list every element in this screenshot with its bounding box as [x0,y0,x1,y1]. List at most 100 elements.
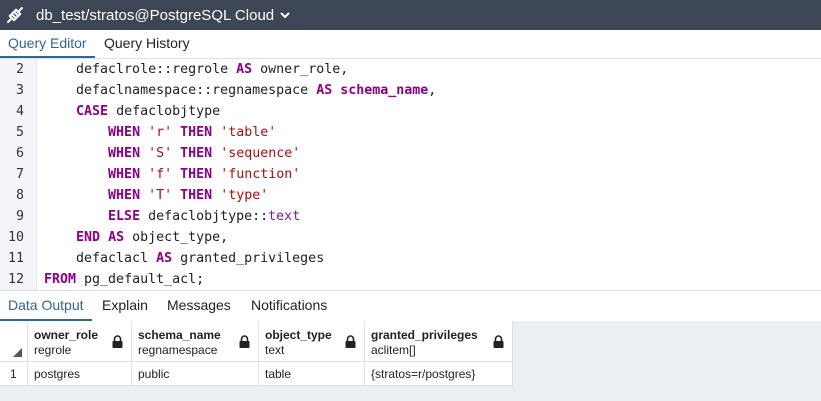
sql-type: text [268,209,301,224]
table-cell[interactable]: {stratos=r/postgres} [365,362,513,386]
sql-text: defaclobjtype:: [140,209,269,224]
code-line[interactable]: CASE defaclobjtype [44,101,220,122]
tab-data-output[interactable]: Data Output [0,291,92,321]
sql-keyword: WHEN [108,125,141,140]
code-line[interactable]: WHEN 'S' THEN 'sequence' [44,143,300,164]
connection-title[interactable]: db_test/stratos@PostgreSQL Cloud [36,7,274,24]
column-header-object-type[interactable]: object_type text [259,321,365,362]
tab-messages[interactable]: Messages [167,291,231,319]
sql-string: 'function' [220,167,301,182]
sql-text: defaclnamespace::regnamespace [44,83,317,98]
result-grid: owner_role regrole schema_name regnamesp… [0,321,821,401]
sql-keyword: AS [108,230,125,245]
sql-string: 'T' [148,188,173,203]
sql-keyword: AS [156,251,173,266]
code-line[interactable]: ELSE defaclobjtype::text [44,206,300,227]
column-header-granted-privileges[interactable]: granted_privileges aclitem[] [365,321,513,362]
sql-string: 'table' [220,125,277,140]
column-header-schema-name[interactable]: schema_name regnamespace [132,321,259,362]
sql-keyword: schema_name [340,83,429,98]
column-type: aclitem[] [371,343,416,357]
sql-keyword: WHEN [108,146,141,161]
sql-text: granted_privileges [172,251,325,266]
lock-icon [345,335,356,353]
line-number: 10 [7,230,24,245]
sql-keyword: ELSE [108,209,141,224]
sql-text: defaclobjtype [108,104,221,119]
sql-keyword: WHEN [108,167,141,182]
sql-keyword: THEN [180,125,213,140]
sql-string: 'sequence' [220,146,301,161]
sql-text: owner_role, [252,62,349,77]
sql-text: object_type, [124,230,229,245]
sql-keyword: WHEN [108,188,141,203]
tab-query-editor[interactable]: Query Editor [0,30,95,58]
line-number: 3 [15,83,24,98]
lock-icon [112,335,123,353]
sql-editor[interactable]: 2 defaclrole::regrole AS owner_role, 3 de… [0,59,821,290]
tab-query-history[interactable]: Query History [104,30,190,56]
code-line[interactable]: defaclnamespace::regnamespace AS schema_… [44,80,436,101]
connection-title-bar[interactable]: db_test/stratos@PostgreSQL Cloud [0,0,821,30]
tab-explain[interactable]: Explain [102,291,148,319]
sql-keyword: AS [316,83,333,98]
code-line[interactable]: WHEN 'f' THEN 'function' [44,164,300,185]
column-name: schema_name [138,328,221,342]
table-cell[interactable]: postgres [28,362,132,386]
row-number[interactable]: 1 [0,362,28,386]
table-cell[interactable]: table [259,362,365,386]
line-number: 12 [7,272,24,287]
line-number: 7 [15,167,24,182]
code-line[interactable]: WHEN 'T' THEN 'type' [44,185,268,206]
code-line[interactable]: END AS object_type, [44,227,228,248]
sql-string: 'S' [148,146,173,161]
sql-text: defaclrole::regrole [44,62,237,77]
code-line[interactable]: WHEN 'r' THEN 'table' [44,122,276,143]
tab-notifications[interactable]: Notifications [251,291,327,319]
chevron-down-icon[interactable] [280,6,290,24]
line-number: 4 [15,104,24,119]
sql-string: 'type' [220,188,269,203]
column-type: text [265,343,285,357]
sql-keyword: END [76,230,101,245]
sql-keyword: AS [236,62,253,77]
lock-icon [239,335,250,353]
code-line[interactable]: FROM pg_default_acl; [44,269,204,290]
code-line[interactable]: defaclrole::regrole AS owner_role, [44,59,348,80]
column-type: regrole [34,343,72,357]
line-number: 6 [15,146,24,161]
sql-text: pg_default_acl; [76,272,205,287]
line-number: 9 [15,209,24,224]
column-header-owner-role[interactable]: owner_role regrole [28,321,132,362]
grid-select-all[interactable] [0,321,28,362]
sql-string: 'r' [148,125,173,140]
lock-icon [493,335,504,353]
plug-icon [0,0,30,30]
column-name: owner_role [34,328,99,342]
column-name: granted_privileges [371,328,478,342]
table-cell[interactable]: public [132,362,259,386]
code-line[interactable]: defaclacl AS granted_privileges [44,248,324,269]
sql-keyword: THEN [180,167,213,182]
sql-keyword: THEN [180,146,213,161]
sql-string: 'f' [148,167,173,182]
sql-keyword: CASE [76,104,109,119]
sql-keyword: FROM [44,272,77,287]
